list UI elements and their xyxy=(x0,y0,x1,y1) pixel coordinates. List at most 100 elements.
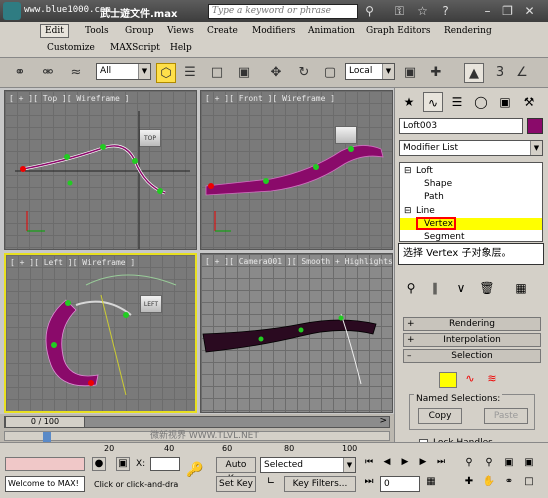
utilities-tab-icon[interactable]: ⚒ xyxy=(519,92,539,112)
auto-key-button[interactable]: Auto Key xyxy=(216,457,256,484)
menu-tools[interactable]: Tools xyxy=(85,26,109,36)
make-unique-icon[interactable]: ∨ xyxy=(451,278,471,298)
stack-item-segment[interactable]: Segment xyxy=(424,232,465,242)
loft-object-top[interactable] xyxy=(5,91,197,250)
previous-frame-icon[interactable]: ◀ xyxy=(380,457,394,471)
stack-item-vertex[interactable]: Vertex xyxy=(424,219,453,229)
move-icon[interactable]: ✥ xyxy=(266,63,286,83)
create-tab-icon[interactable]: ★ xyxy=(399,92,419,112)
scale-icon[interactable]: ▢ xyxy=(320,63,340,83)
star-icon[interactable]: ☆ xyxy=(415,4,430,19)
zoom-all-icon[interactable]: ⚲ xyxy=(482,457,496,471)
viewport-camera[interactable]: [ + ][ Camera001 ][ Smooth + Highlights … xyxy=(200,253,393,413)
key-filters-button[interactable]: Key Filters... xyxy=(284,476,356,492)
key-mode-toggle-icon[interactable]: ⏭ xyxy=(362,476,376,490)
x-coord-field[interactable] xyxy=(150,457,180,471)
vertex-level-icon[interactable] xyxy=(439,372,457,388)
menu-customize[interactable]: Customize xyxy=(47,43,95,53)
pivot-icon[interactable]: ▣ xyxy=(400,63,420,83)
stack-item-shape[interactable]: Shape xyxy=(424,179,452,189)
orbit-icon[interactable]: ⚭ xyxy=(502,476,516,490)
select-object-icon[interactable]: ⬡ xyxy=(156,63,176,83)
stack-item-line[interactable]: Line xyxy=(416,206,435,216)
lock-selection-icon[interactable]: ● xyxy=(92,457,106,471)
select-manipulate-icon[interactable]: ✚ xyxy=(426,63,446,83)
menu-graph-editors[interactable]: Graph Editors xyxy=(366,26,430,36)
stack-item-path[interactable]: Path xyxy=(424,192,444,202)
bind-space-warp-icon[interactable]: ≈ xyxy=(66,63,86,83)
link-icon[interactable]: ⚭ xyxy=(10,63,30,83)
zoom-extents-icon[interactable]: ▣ xyxy=(502,457,516,471)
pin-stack-icon[interactable]: ⚲ xyxy=(401,278,421,298)
unlink-icon[interactable]: ⚮ xyxy=(38,63,58,83)
key-icon[interactable]: 🔑 xyxy=(186,463,212,477)
rollout-rendering[interactable]: + Rendering xyxy=(403,317,541,331)
ref-coord-dropdown[interactable]: Local ▼ xyxy=(345,63,395,80)
menu-rendering[interactable]: Rendering xyxy=(444,26,492,36)
loft-object-front[interactable] xyxy=(201,91,393,250)
window-crossing-icon[interactable]: ▣ xyxy=(234,63,254,83)
motion-tab-icon[interactable]: ◯ xyxy=(471,92,491,112)
select-by-name-icon[interactable]: ☰ xyxy=(180,63,200,83)
loft-object-left[interactable] xyxy=(6,255,195,411)
maxscript-listener-mini[interactable] xyxy=(5,457,85,471)
next-frame-icon[interactable]: ▶ xyxy=(416,457,430,471)
field-of-view-icon[interactable]: ✚ xyxy=(462,476,476,490)
app-logo[interactable] xyxy=(3,2,21,20)
menu-animation[interactable]: Animation xyxy=(308,26,355,36)
rollout-interpolation[interactable]: + Interpolation xyxy=(403,333,541,347)
absolute-mode-icon[interactable]: ▣ xyxy=(116,457,130,471)
maximize-viewport-icon[interactable]: □ xyxy=(522,476,536,490)
stack-item-loft[interactable]: Loft xyxy=(416,166,433,176)
help-icon[interactable]: ? xyxy=(438,4,453,19)
menu-help[interactable]: Help xyxy=(170,43,192,53)
remove-modifier-icon[interactable]: 🗑 xyxy=(477,278,497,298)
key-icon[interactable]: ⚿ xyxy=(392,4,407,19)
paste-button[interactable]: Paste xyxy=(484,408,528,424)
snap-icon[interactable]: 3 xyxy=(490,63,510,83)
modifier-list-dropdown[interactable]: Modifier List ▼ xyxy=(399,140,543,156)
restore-icon[interactable]: ❐ xyxy=(500,4,515,19)
track-bar-handle[interactable] xyxy=(43,432,51,442)
time-config-icon[interactable]: ▦ xyxy=(424,476,438,490)
show-end-result-icon[interactable]: ∥ xyxy=(425,278,445,298)
search-input[interactable]: Type a keyword or phrase xyxy=(208,4,358,19)
tangent-icon[interactable]: ∟ xyxy=(262,476,280,492)
rotate-icon[interactable]: ↻ xyxy=(294,63,314,83)
time-slider[interactable]: 0 / 100 > xyxy=(4,416,390,428)
viewport-top[interactable]: [ + ][ Top ][ Wireframe ] TOP xyxy=(4,90,197,250)
frame-counter[interactable]: 0 / 100 xyxy=(5,416,85,428)
spline-level-icon[interactable]: ≋ xyxy=(483,372,501,388)
key-mode-dropdown[interactable]: Selected ▼ xyxy=(260,457,356,473)
expand-icon[interactable]: ⊟ xyxy=(404,166,412,176)
menu-modifiers[interactable]: Modifiers xyxy=(252,26,296,36)
angle-snap-icon[interactable]: ∠ xyxy=(512,63,532,83)
menu-edit[interactable]: Edit xyxy=(40,24,69,38)
close-icon[interactable]: ✕ xyxy=(522,4,537,19)
menu-views[interactable]: Views xyxy=(167,26,194,36)
binoculars-icon[interactable]: ⚲ xyxy=(362,4,377,19)
region-select-icon[interactable]: □ xyxy=(207,63,227,83)
current-frame-field[interactable]: 0 xyxy=(380,476,420,492)
object-color-swatch[interactable] xyxy=(527,118,543,134)
configure-sets-icon[interactable]: ▦ xyxy=(511,278,531,298)
viewport-left[interactable]: [ + ][ Left ][ Wireframe ] LEFT xyxy=(4,253,197,413)
next-frame-icon[interactable]: > xyxy=(379,416,387,426)
display-tab-icon[interactable]: ▣ xyxy=(495,92,515,112)
viewport-front[interactable]: [ + ][ Front ][ Wireframe ] xyxy=(200,90,393,250)
object-name-field[interactable]: Loft003 xyxy=(399,118,523,134)
loft-object-camera[interactable] xyxy=(201,254,393,413)
rollout-selection[interactable]: – Selection xyxy=(403,349,541,363)
minimize-icon[interactable]: – xyxy=(480,4,495,19)
segment-level-icon[interactable]: ∿ xyxy=(461,372,479,388)
hierarchy-tab-icon[interactable]: ☰ xyxy=(447,92,467,112)
play-icon[interactable]: ▶ xyxy=(398,457,412,471)
zoom-icon[interactable]: ⚲ xyxy=(462,457,476,471)
copy-button[interactable]: Copy xyxy=(418,408,462,424)
go-to-end-icon[interactable]: ⏭ xyxy=(434,457,448,471)
expand-icon[interactable]: ⊟ xyxy=(404,206,412,216)
go-to-start-icon[interactable]: ⏮ xyxy=(362,457,376,471)
keyboard-shortcut-icon[interactable]: ▲ xyxy=(464,63,484,83)
selection-filter-dropdown[interactable]: All ▼ xyxy=(96,63,151,80)
modifier-stack[interactable]: ⊟ Loft Shape Path ⊟ Line Vertex Segment xyxy=(399,162,543,242)
